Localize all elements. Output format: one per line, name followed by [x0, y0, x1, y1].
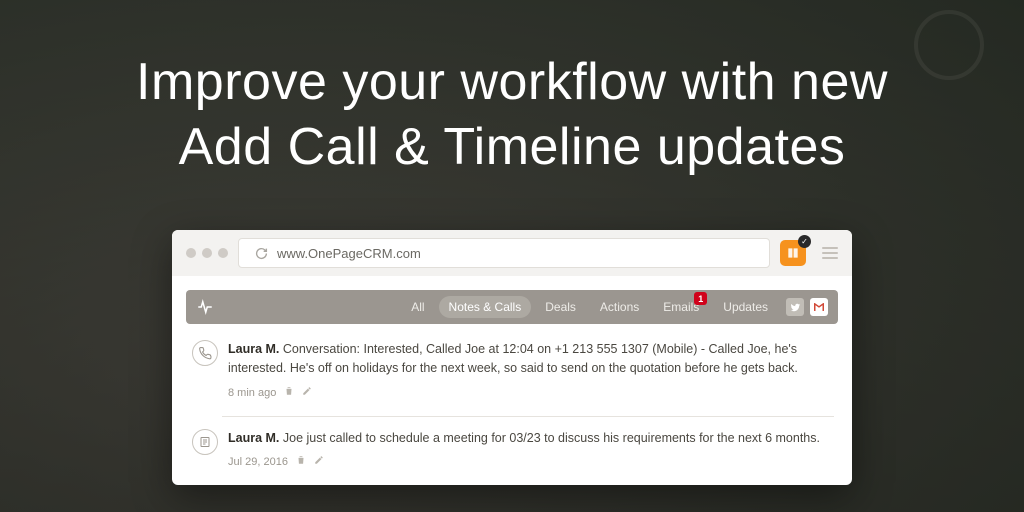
entry-divider	[222, 416, 834, 417]
timeline-entry: Laura M. Joe just called to schedule a m…	[178, 429, 848, 485]
entry-body: Laura M. Conversation: Interested, Calle…	[228, 340, 834, 402]
extension-icon[interactable]: ✓	[780, 240, 806, 266]
url-bar[interactable]: www.OnePageCRM.com	[238, 238, 770, 268]
delete-icon[interactable]	[296, 454, 306, 471]
browser-chrome-bar: www.OnePageCRM.com ✓	[172, 230, 852, 276]
activity-icon	[196, 298, 214, 316]
edit-icon[interactable]	[314, 454, 324, 471]
window-dot-close[interactable]	[186, 248, 196, 258]
tab-deals[interactable]: Deals	[535, 296, 586, 318]
entry-meta: 8 min ago	[228, 385, 834, 402]
timeline-entries: Laura M. Conversation: Interested, Calle…	[172, 324, 852, 485]
entry-author: Laura M.	[228, 431, 279, 445]
gmail-icon[interactable]	[810, 298, 828, 316]
entry-text: Joe just called to schedule a meeting fo…	[279, 431, 820, 445]
entry-author: Laura M.	[228, 342, 279, 356]
hero-line-1: Improve your workflow with new	[0, 50, 1024, 115]
tab-emails[interactable]: Emails 1	[653, 296, 709, 318]
entry-meta: Jul 29, 2016	[228, 454, 834, 471]
emails-badge: 1	[694, 292, 707, 305]
hamburger-menu-icon[interactable]	[822, 247, 838, 259]
edit-icon[interactable]	[302, 385, 312, 402]
delete-icon[interactable]	[284, 385, 294, 402]
entry-time: 8 min ago	[228, 385, 276, 402]
extension-badge-icon: ✓	[798, 235, 811, 248]
tab-notes-calls[interactable]: Notes & Calls	[439, 296, 532, 318]
timeline-entry: Laura M. Conversation: Interested, Calle…	[178, 340, 848, 416]
window-dot-minimize[interactable]	[202, 248, 212, 258]
social-icons-group	[786, 298, 828, 316]
entry-body: Laura M. Joe just called to schedule a m…	[228, 429, 834, 471]
url-text: www.OnePageCRM.com	[277, 246, 421, 261]
browser-window: www.OnePageCRM.com ✓ All Notes & Calls D…	[172, 230, 852, 485]
entry-time: Jul 29, 2016	[228, 454, 288, 471]
hero-line-2: Add Call & Timeline updates	[0, 115, 1024, 180]
tab-updates[interactable]: Updates	[713, 296, 778, 318]
tab-all[interactable]: All	[401, 296, 434, 318]
page-content: All Notes & Calls Deals Actions Emails 1…	[172, 276, 852, 485]
refresh-icon[interactable]	[253, 245, 269, 261]
note-icon	[192, 429, 218, 455]
entry-text: Conversation: Interested, Called Joe at …	[228, 342, 798, 375]
call-icon	[192, 340, 218, 366]
window-controls[interactable]	[186, 248, 228, 258]
timeline-tab-bar: All Notes & Calls Deals Actions Emails 1…	[186, 290, 838, 324]
hero-heading: Improve your workflow with new Add Call …	[0, 50, 1024, 180]
twitter-icon[interactable]	[786, 298, 804, 316]
window-dot-zoom[interactable]	[218, 248, 228, 258]
tab-actions[interactable]: Actions	[590, 296, 649, 318]
